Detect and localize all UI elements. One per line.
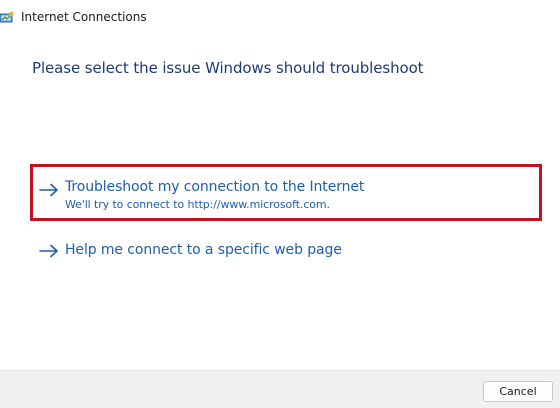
- option-troubleshoot-internet[interactable]: Troubleshoot my connection to the Intern…: [30, 164, 542, 221]
- cancel-button[interactable]: Cancel: [483, 381, 553, 402]
- title-bar: Internet Connections: [0, 0, 560, 34]
- option-title: Help me connect to a specific web page: [65, 242, 342, 258]
- arrow-right-icon: [39, 182, 59, 197]
- window-title: Internet Connections: [21, 10, 147, 24]
- option-title: Troubleshoot my connection to the Intern…: [65, 179, 365, 195]
- footer-bar: Cancel: [0, 370, 560, 408]
- option-subtitle: We'll try to connect to http://www.micro…: [65, 198, 330, 211]
- arrow-right-icon: [39, 243, 59, 258]
- troubleshooter-window: Internet Connections Please select the i…: [0, 0, 560, 408]
- network-troubleshooter-icon: [0, 10, 14, 24]
- option-connect-web-page[interactable]: Help me connect to a specific web page: [30, 236, 542, 266]
- page-heading: Please select the issue Windows should t…: [32, 59, 424, 77]
